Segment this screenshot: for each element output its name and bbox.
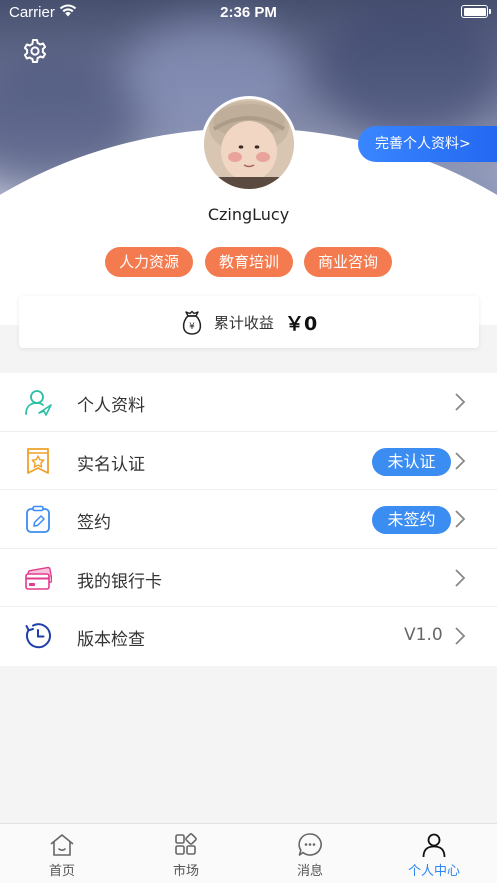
version-value: V1.0	[404, 625, 443, 645]
money-bag-icon: ¥	[182, 310, 201, 335]
clock-icon	[25, 623, 51, 649]
menu-item-label: 我的银行卡	[77, 571, 162, 592]
profile-menu: 个人资料 实名认证 未认证 签约 未签约 我的银行卡 版本检查 V1.0	[0, 373, 497, 666]
tag-education: 教育培训	[205, 247, 293, 277]
tab-label: 首页	[48, 864, 75, 879]
chevron-right-icon	[455, 627, 466, 645]
message-icon	[298, 833, 322, 856]
earnings-label: 累计收益	[213, 314, 274, 332]
menu-item-version-check[interactable]: 版本检查 V1.0	[0, 607, 497, 666]
menu-item-label: 版本检查	[77, 630, 145, 650]
unsigned-badge: 未签约	[372, 506, 451, 534]
status-bar: Carrier 2:36 PM	[0, 0, 497, 26]
tab-personal-center[interactable]: 个人中心	[372, 832, 496, 879]
menu-item-verification[interactable]: 实名认证 未认证	[0, 432, 497, 490]
tab-label: 消息	[296, 864, 323, 879]
contract-icon	[26, 505, 50, 533]
tab-bar: 首页 市场 消息 个人中心	[0, 823, 497, 883]
earnings-card[interactable]: ¥ 累计收益 ￥0	[19, 296, 479, 348]
status-time: 2:36 PM	[220, 4, 277, 21]
menu-item-profile[interactable]: 个人资料	[0, 373, 497, 432]
person-icon	[422, 833, 446, 858]
unverified-badge: 未认证	[372, 447, 451, 476]
menu-item-contract[interactable]: 签约 未签约	[0, 490, 497, 549]
chevron-right-icon	[455, 568, 466, 587]
chevron-right-icon	[455, 393, 466, 411]
tag-consulting: 商业咨询	[304, 247, 392, 277]
certificate-icon	[27, 447, 49, 474]
earnings-value: ￥0	[284, 313, 318, 335]
menu-item-label: 签约	[77, 513, 111, 533]
market-icon	[175, 833, 197, 855]
settings-gear-icon[interactable]	[22, 38, 48, 64]
complete-profile-button[interactable]: 完善个人资料>	[358, 126, 497, 162]
menu-item-label: 个人资料	[77, 396, 145, 416]
home-icon	[50, 834, 74, 856]
interest-tags: 人力资源 教育培训 商业咨询	[0, 247, 497, 277]
chevron-right-icon	[455, 510, 466, 528]
menu-item-label: 实名认证	[77, 454, 145, 475]
battery-icon	[461, 5, 491, 18]
tag-hr: 人力资源	[105, 247, 193, 277]
username: CzingLucy	[207, 205, 290, 224]
tab-home[interactable]: 首页	[0, 832, 124, 879]
tab-label: 市场	[172, 864, 199, 879]
bank-card-icon	[25, 566, 52, 590]
tab-label: 个人中心	[407, 864, 460, 879]
svg-text:¥: ¥	[189, 322, 195, 332]
chevron-right-icon	[455, 451, 466, 470]
avatar-photo	[204, 99, 294, 189]
tab-messages[interactable]: 消息	[248, 832, 372, 879]
menu-item-bank-card[interactable]: 我的银行卡	[0, 549, 497, 607]
tab-market[interactable]: 市场	[124, 832, 248, 879]
user-profile-icon	[25, 390, 52, 416]
user-avatar[interactable]	[201, 96, 297, 192]
